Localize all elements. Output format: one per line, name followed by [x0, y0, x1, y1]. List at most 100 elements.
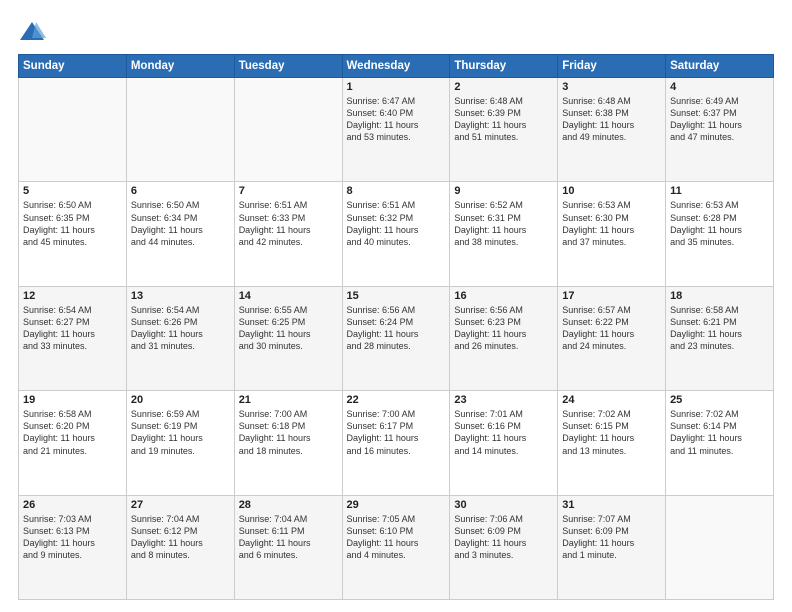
- calendar: SundayMondayTuesdayWednesdayThursdayFrid…: [18, 54, 774, 600]
- day-info: Sunrise: 6:59 AM Sunset: 6:19 PM Dayligh…: [131, 408, 230, 457]
- weekday-header-sunday: Sunday: [19, 55, 127, 78]
- day-number: 2: [454, 81, 553, 93]
- day-info: Sunrise: 6:51 AM Sunset: 6:32 PM Dayligh…: [347, 199, 446, 248]
- day-number: 18: [670, 290, 769, 302]
- calendar-cell: 19 Sunrise: 6:58 AM Sunset: 6:20 PM Dayli…: [19, 391, 127, 495]
- weekday-header-tuesday: Tuesday: [234, 55, 342, 78]
- weekday-header-wednesday: Wednesday: [342, 55, 450, 78]
- calendar-week-5: 26 Sunrise: 7:03 AM Sunset: 6:13 PM Dayli…: [19, 495, 774, 599]
- day-number: 21: [239, 394, 338, 406]
- calendar-cell: 31 Sunrise: 7:07 AM Sunset: 6:09 PM Dayli…: [558, 495, 666, 599]
- day-info: Sunrise: 6:51 AM Sunset: 6:33 PM Dayligh…: [239, 199, 338, 248]
- day-number: 16: [454, 290, 553, 302]
- calendar-cell: 24 Sunrise: 7:02 AM Sunset: 6:15 PM Dayli…: [558, 391, 666, 495]
- calendar-cell: 10Sunrise: 6:53 AM Sunset: 6:30 PM Dayli…: [558, 182, 666, 286]
- logo: [18, 18, 50, 46]
- day-number: 13: [131, 290, 230, 302]
- page: SundayMondayTuesdayWednesdayThursdayFrid…: [0, 0, 792, 612]
- day-number: 14: [239, 290, 338, 302]
- day-number: 4: [670, 81, 769, 93]
- calendar-cell: 15Sunrise: 6:56 AM Sunset: 6:24 PM Dayli…: [342, 286, 450, 390]
- day-number: 7: [239, 185, 338, 197]
- calendar-cell: 28Sunrise: 7:04 AM Sunset: 6:11 PM Dayli…: [234, 495, 342, 599]
- calendar-cell: 9 Sunrise: 6:52 AM Sunset: 6:31 PM Daylig…: [450, 182, 558, 286]
- calendar-week-1: 1 Sunrise: 6:47 AM Sunset: 6:40 PM Daylig…: [19, 78, 774, 182]
- day-number: 31: [562, 499, 661, 511]
- weekday-header-saturday: Saturday: [666, 55, 774, 78]
- day-info: Sunrise: 6:47 AM Sunset: 6:40 PM Dayligh…: [347, 95, 446, 144]
- day-number: 1: [347, 81, 446, 93]
- day-info: Sunrise: 6:52 AM Sunset: 6:31 PM Dayligh…: [454, 199, 553, 248]
- day-number: 23: [454, 394, 553, 406]
- day-info: Sunrise: 6:49 AM Sunset: 6:37 PM Dayligh…: [670, 95, 769, 144]
- day-number: 17: [562, 290, 661, 302]
- day-number: 24: [562, 394, 661, 406]
- logo-icon: [18, 18, 46, 46]
- calendar-cell: 3 Sunrise: 6:48 AM Sunset: 6:38 PM Daylig…: [558, 78, 666, 182]
- calendar-cell: 30Sunrise: 7:06 AM Sunset: 6:09 PM Dayli…: [450, 495, 558, 599]
- day-info: Sunrise: 7:03 AM Sunset: 6:13 PM Dayligh…: [23, 513, 122, 562]
- day-info: Sunrise: 7:04 AM Sunset: 6:11 PM Dayligh…: [239, 513, 338, 562]
- weekday-header-thursday: Thursday: [450, 55, 558, 78]
- day-number: 29: [347, 499, 446, 511]
- day-info: Sunrise: 7:07 AM Sunset: 6:09 PM Dayligh…: [562, 513, 661, 562]
- day-info: Sunrise: 7:01 AM Sunset: 6:16 PM Dayligh…: [454, 408, 553, 457]
- day-info: Sunrise: 7:00 AM Sunset: 6:18 PM Dayligh…: [239, 408, 338, 457]
- day-info: Sunrise: 6:55 AM Sunset: 6:25 PM Dayligh…: [239, 304, 338, 353]
- calendar-cell: 8 Sunrise: 6:51 AM Sunset: 6:32 PM Daylig…: [342, 182, 450, 286]
- day-info: Sunrise: 7:05 AM Sunset: 6:10 PM Dayligh…: [347, 513, 446, 562]
- day-info: Sunrise: 6:53 AM Sunset: 6:28 PM Dayligh…: [670, 199, 769, 248]
- calendar-cell: [666, 495, 774, 599]
- day-info: Sunrise: 6:50 AM Sunset: 6:35 PM Dayligh…: [23, 199, 122, 248]
- day-number: 5: [23, 185, 122, 197]
- calendar-cell: 22 Sunrise: 7:00 AM Sunset: 6:17 PM Dayli…: [342, 391, 450, 495]
- calendar-week-4: 19 Sunrise: 6:58 AM Sunset: 6:20 PM Dayli…: [19, 391, 774, 495]
- day-info: Sunrise: 7:06 AM Sunset: 6:09 PM Dayligh…: [454, 513, 553, 562]
- day-number: 22: [347, 394, 446, 406]
- calendar-cell: 26 Sunrise: 7:03 AM Sunset: 6:13 PM Dayli…: [19, 495, 127, 599]
- day-number: 26: [23, 499, 122, 511]
- calendar-week-3: 12Sunrise: 6:54 AM Sunset: 6:27 PM Dayli…: [19, 286, 774, 390]
- day-info: Sunrise: 6:57 AM Sunset: 6:22 PM Dayligh…: [562, 304, 661, 353]
- calendar-cell: 4 Sunrise: 6:49 AM Sunset: 6:37 PM Daylig…: [666, 78, 774, 182]
- day-number: 19: [23, 394, 122, 406]
- calendar-cell: 13Sunrise: 6:54 AM Sunset: 6:26 PM Dayli…: [126, 286, 234, 390]
- day-info: Sunrise: 6:56 AM Sunset: 6:23 PM Dayligh…: [454, 304, 553, 353]
- day-info: Sunrise: 6:56 AM Sunset: 6:24 PM Dayligh…: [347, 304, 446, 353]
- calendar-cell: [234, 78, 342, 182]
- calendar-cell: 2 Sunrise: 6:48 AM Sunset: 6:39 PM Daylig…: [450, 78, 558, 182]
- day-info: Sunrise: 6:48 AM Sunset: 6:38 PM Dayligh…: [562, 95, 661, 144]
- calendar-cell: 29 Sunrise: 7:05 AM Sunset: 6:10 PM Dayli…: [342, 495, 450, 599]
- calendar-cell: 17 Sunrise: 6:57 AM Sunset: 6:22 PM Dayli…: [558, 286, 666, 390]
- calendar-cell: [126, 78, 234, 182]
- day-info: Sunrise: 7:00 AM Sunset: 6:17 PM Dayligh…: [347, 408, 446, 457]
- day-number: 12: [23, 290, 122, 302]
- header: [18, 18, 774, 46]
- day-number: 8: [347, 185, 446, 197]
- weekday-header-friday: Friday: [558, 55, 666, 78]
- calendar-cell: 11Sunrise: 6:53 AM Sunset: 6:28 PM Dayli…: [666, 182, 774, 286]
- day-number: 27: [131, 499, 230, 511]
- day-info: Sunrise: 6:58 AM Sunset: 6:21 PM Dayligh…: [670, 304, 769, 353]
- calendar-cell: 27 Sunrise: 7:04 AM Sunset: 6:12 PM Dayli…: [126, 495, 234, 599]
- day-info: Sunrise: 6:48 AM Sunset: 6:39 PM Dayligh…: [454, 95, 553, 144]
- calendar-cell: 7 Sunrise: 6:51 AM Sunset: 6:33 PM Daylig…: [234, 182, 342, 286]
- day-info: Sunrise: 7:02 AM Sunset: 6:14 PM Dayligh…: [670, 408, 769, 457]
- day-number: 3: [562, 81, 661, 93]
- calendar-cell: 14 Sunrise: 6:55 AM Sunset: 6:25 PM Dayli…: [234, 286, 342, 390]
- calendar-cell: 1 Sunrise: 6:47 AM Sunset: 6:40 PM Daylig…: [342, 78, 450, 182]
- calendar-cell: 23 Sunrise: 7:01 AM Sunset: 6:16 PM Dayli…: [450, 391, 558, 495]
- calendar-cell: [19, 78, 127, 182]
- day-info: Sunrise: 7:04 AM Sunset: 6:12 PM Dayligh…: [131, 513, 230, 562]
- day-number: 10: [562, 185, 661, 197]
- day-number: 20: [131, 394, 230, 406]
- calendar-cell: 25Sunrise: 7:02 AM Sunset: 6:14 PM Dayli…: [666, 391, 774, 495]
- day-info: Sunrise: 6:58 AM Sunset: 6:20 PM Dayligh…: [23, 408, 122, 457]
- calendar-cell: 21 Sunrise: 7:00 AM Sunset: 6:18 PM Dayli…: [234, 391, 342, 495]
- calendar-cell: 12Sunrise: 6:54 AM Sunset: 6:27 PM Dayli…: [19, 286, 127, 390]
- day-number: 9: [454, 185, 553, 197]
- weekday-header-row: SundayMondayTuesdayWednesdayThursdayFrid…: [19, 55, 774, 78]
- day-info: Sunrise: 7:02 AM Sunset: 6:15 PM Dayligh…: [562, 408, 661, 457]
- calendar-cell: 5 Sunrise: 6:50 AM Sunset: 6:35 PM Daylig…: [19, 182, 127, 286]
- day-info: Sunrise: 6:50 AM Sunset: 6:34 PM Dayligh…: [131, 199, 230, 248]
